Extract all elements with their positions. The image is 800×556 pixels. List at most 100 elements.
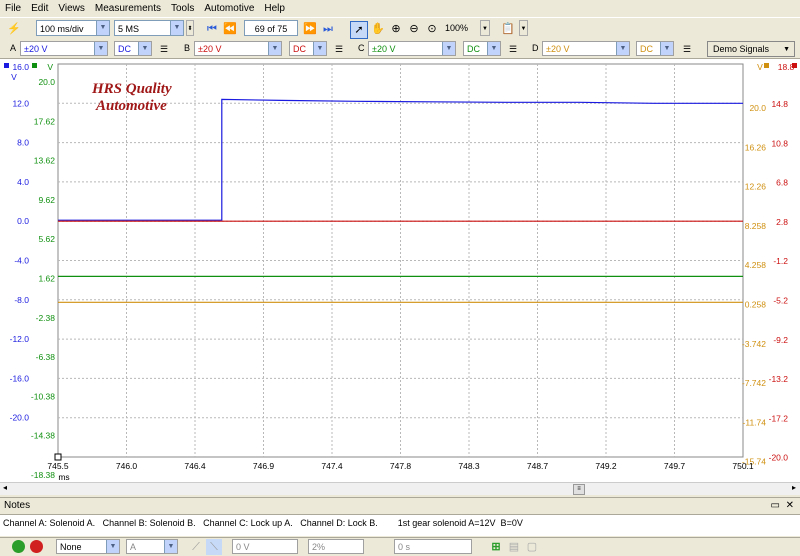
notes-dropdown[interactable]: ▼	[519, 20, 528, 36]
samples-spinner[interactable]: ⬍	[186, 20, 194, 36]
menu-bar: File Edit Views Measurements Tools Autom…	[0, 0, 800, 16]
falling-edge-icon[interactable]: ⟍	[206, 539, 222, 555]
axis-x-tick-label: 746.4	[184, 461, 206, 471]
chevron-down-icon: ▼	[783, 46, 790, 53]
axis-x-tick-label: 749.2	[595, 461, 617, 471]
menu-help[interactable]: Help	[259, 3, 290, 14]
axis-c-tick-label: -6.38	[36, 352, 56, 362]
next-buffer-icon[interactable]: ⏩	[302, 21, 318, 37]
menu-views[interactable]: Views	[53, 3, 90, 14]
menu-edit[interactable]: Edit	[26, 3, 53, 14]
axis-a-unit: V	[11, 72, 17, 82]
zoom-dropdown[interactable]: ▼	[480, 20, 490, 36]
axis-c-tick-label: 9.62	[38, 195, 55, 205]
channel-c-letter: C	[358, 43, 365, 53]
pretrigger-input[interactable]: 2%	[308, 539, 364, 554]
axis-b-tick-label: -5.2	[773, 296, 788, 306]
axis-x-tick-label: 746.0	[116, 461, 138, 471]
notes-text[interactable]: Channel A: Solenoid A. Channel B: Soleno…	[0, 514, 800, 536]
axis-b-tick-label: 10.8	[771, 138, 788, 148]
zoom-out-icon[interactable]: ⊖	[406, 21, 422, 37]
scroll-right-icon[interactable]: ▸	[792, 483, 796, 492]
channel-d-options-icon[interactable]: ☰	[679, 41, 695, 57]
menu-tools[interactable]: Tools	[166, 3, 199, 14]
edit-measurement-icon[interactable]: ▤	[506, 539, 522, 555]
samples-select[interactable]: 5 MS ▼	[114, 20, 184, 36]
trigger-delay-input[interactable]: 0 s	[394, 539, 472, 554]
scroll-thumb[interactable]: ≡	[573, 484, 585, 495]
scroll-left-icon[interactable]: ◂	[3, 483, 7, 492]
trigger-channel-select[interactable]: A ▼	[126, 539, 178, 554]
rising-edge-icon[interactable]: ⟋	[188, 539, 204, 555]
scope-view[interactable]: 16.0 V 12.0 8.0 4.0 0.0 -4.0 -8.0 -12.0 -16.0 -20.…	[0, 59, 800, 482]
channel-b-range[interactable]: ±20 V ▼	[194, 41, 282, 56]
channel-a-coupling[interactable]: DC ▼	[114, 41, 152, 56]
channel-a-range[interactable]: ±20 V ▼	[20, 41, 108, 56]
last-buffer-icon[interactable]: ⏭	[320, 21, 336, 37]
channel-a-options-icon[interactable]: ☰	[156, 41, 172, 57]
add-measurement-icon[interactable]: ⊞	[488, 539, 504, 555]
chevron-down-icon: ▼	[313, 42, 326, 55]
timebase-select[interactable]: 100 ms/div ▼	[36, 20, 110, 36]
zoom-fit-icon[interactable]: ⊙	[424, 21, 440, 37]
chevron-down-icon: ▼	[660, 42, 673, 55]
demo-signals-button[interactable]: Demo Signals ▼	[707, 41, 795, 57]
menu-automotive[interactable]: Automotive	[199, 3, 259, 14]
axis-c-tick-label: -10.38	[31, 391, 55, 401]
axis-c-tick-label: 20.0	[38, 77, 55, 87]
scope-chart[interactable]: 16.0V12.08.04.00.0-4.0-8.0-12.0-16.0-20.…	[0, 59, 800, 482]
stop-icon[interactable]	[30, 540, 43, 553]
channel-d-marker	[764, 63, 769, 68]
chevron-down-icon: ▼	[487, 42, 500, 55]
axis-a-tick-label: -12.0	[10, 334, 30, 344]
axis-a-tick-label: -4.0	[14, 256, 29, 266]
main-toolbar: ⚡ 100 ms/div ▼ 5 MS ▼ ⬍ ⏮ ⏪ 69 of 75 ⏩ ⏭…	[0, 17, 800, 41]
hand-tool-icon[interactable]: ✋	[370, 21, 386, 37]
channel-b-marker	[792, 63, 797, 68]
chevron-down-icon: ▼	[138, 42, 151, 55]
buffer-counter[interactable]: 69 of 75	[244, 20, 298, 36]
axis-c-tick-label: 1.62	[38, 274, 55, 284]
axis-d-tick-label: 8.258	[745, 221, 767, 231]
trigger-mode-select[interactable]: None ▼	[56, 539, 120, 554]
channel-d-range[interactable]: ±20 V ▼	[542, 41, 630, 56]
zoom-in-icon[interactable]: ⊕	[388, 21, 404, 37]
menu-measurements[interactable]: Measurements	[90, 3, 166, 14]
timebase-value: 100 ms/div	[40, 24, 84, 34]
axis-c-tick-label: 13.62	[34, 156, 56, 166]
pretrigger-value: 2%	[312, 542, 326, 552]
channel-a-range-value: ±20 V	[24, 44, 48, 54]
axis-b-tick-label: 6.8	[776, 178, 788, 188]
axis-a-tick-label: -8.0	[14, 295, 29, 305]
axis-c-tick-label: 17.62	[34, 116, 56, 126]
start-icon[interactable]	[12, 540, 25, 553]
pointer-tool-icon[interactable]: ➚	[350, 21, 368, 39]
channel-c-options-icon[interactable]: ☰	[505, 41, 521, 57]
trigger-channel-value: A	[130, 542, 137, 552]
channel-b-options-icon[interactable]: ☰	[331, 41, 347, 57]
trigger-level-input[interactable]: 0 V	[232, 539, 298, 554]
previous-buffer-icon[interactable]: ⏪	[222, 21, 238, 37]
notes-icon[interactable]: 📋	[500, 21, 516, 37]
grid	[57, 63, 744, 458]
menu-file[interactable]: File	[0, 3, 26, 14]
delete-measurement-icon[interactable]: ▢	[524, 539, 540, 555]
zoom-level: 100%	[442, 20, 480, 36]
axis-d-tick-label: 4.258	[745, 260, 767, 270]
channel-c-coupling[interactable]: DC ▼	[463, 41, 501, 56]
minimize-icon[interactable]: ▭	[771, 498, 780, 514]
channel-b-coupling-value: DC	[293, 44, 306, 54]
first-buffer-icon[interactable]: ⏮	[204, 21, 220, 37]
channel-d-letter: D	[532, 43, 539, 53]
channel-b-coupling[interactable]: DC ▼	[289, 41, 327, 56]
channel-c-range-value: ±20 V	[372, 44, 396, 54]
channel-d-coupling[interactable]: DC ▼	[636, 41, 674, 56]
horizontal-scrollbar[interactable]: ◂ ≡ ▸	[0, 482, 800, 495]
axis-x-tick-label: 747.8	[390, 461, 412, 471]
auto-setup-icon[interactable]: ⚡	[6, 21, 22, 37]
axis-c-unit: V	[47, 62, 53, 72]
chevron-down-icon: ▼	[96, 21, 109, 35]
close-icon[interactable]: ✕	[786, 498, 794, 514]
channel-c-range[interactable]: ±20 V ▼	[368, 41, 456, 56]
axis-a-tick-label: 12.0	[12, 98, 29, 108]
